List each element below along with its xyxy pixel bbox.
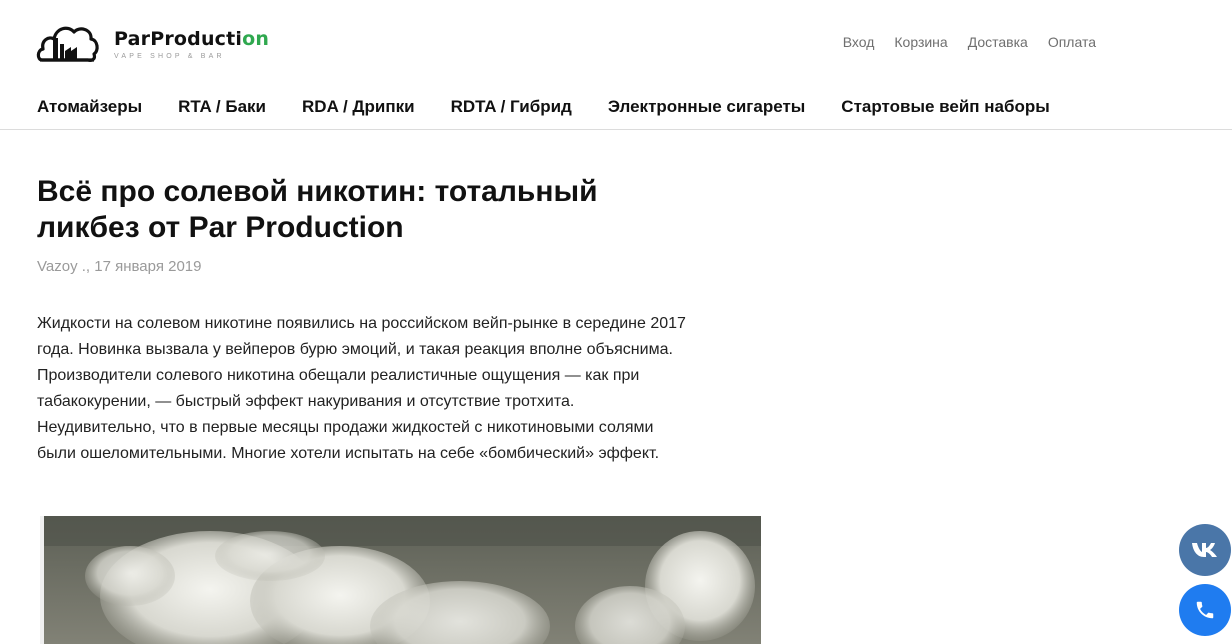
- logo-name: ParProduction: [114, 28, 270, 50]
- logo-tagline: VAPE SHOP & BAR: [114, 53, 225, 60]
- payment-link[interactable]: Оплата: [1048, 34, 1096, 50]
- account-links: Вход Корзина Доставка Оплата: [843, 34, 1096, 50]
- article-meta: Vazoy ., 17 января 2019: [37, 258, 202, 275]
- cart-link[interactable]: Корзина: [894, 34, 947, 50]
- phone-button[interactable]: [1179, 584, 1231, 636]
- nav-starter-kits[interactable]: Стартовые вейп наборы: [841, 97, 1049, 117]
- site-header: ParProduction VAPE SHOP & BAR Вход Корзи…: [0, 0, 1232, 130]
- nav-rda-drippers[interactable]: RDA / Дрипки: [302, 97, 415, 117]
- site-logo[interactable]: ParProduction VAPE SHOP & BAR: [36, 20, 269, 66]
- vape-clouds-photo: [40, 516, 761, 644]
- delivery-link[interactable]: Доставка: [968, 34, 1028, 50]
- article: Всё про солевой никотин: тотальный ликбе…: [37, 174, 697, 467]
- phone-icon: [1194, 599, 1216, 621]
- article-title: Всё про солевой никотин: тотальный ликбе…: [37, 175, 598, 244]
- vk-icon: [1191, 541, 1219, 559]
- vk-button[interactable]: [1179, 524, 1231, 576]
- article-hero-image: [40, 516, 761, 644]
- nav-atomizers[interactable]: Атомайзеры: [37, 97, 142, 117]
- login-link[interactable]: Вход: [843, 34, 875, 50]
- nav-e-cigarettes[interactable]: Электронные сигареты: [608, 97, 805, 117]
- cloud-factory-icon: [36, 26, 99, 62]
- article-paragraph: Жидкости на солевом никотине появились н…: [37, 315, 686, 462]
- main-navigation: Атомайзеры RTA / Баки RDA / Дрипки RDTA …: [37, 97, 1050, 117]
- nav-rta-tanks[interactable]: RTA / Баки: [178, 97, 266, 117]
- nav-rdta-hybrid[interactable]: RDTA / Гибрид: [451, 97, 572, 117]
